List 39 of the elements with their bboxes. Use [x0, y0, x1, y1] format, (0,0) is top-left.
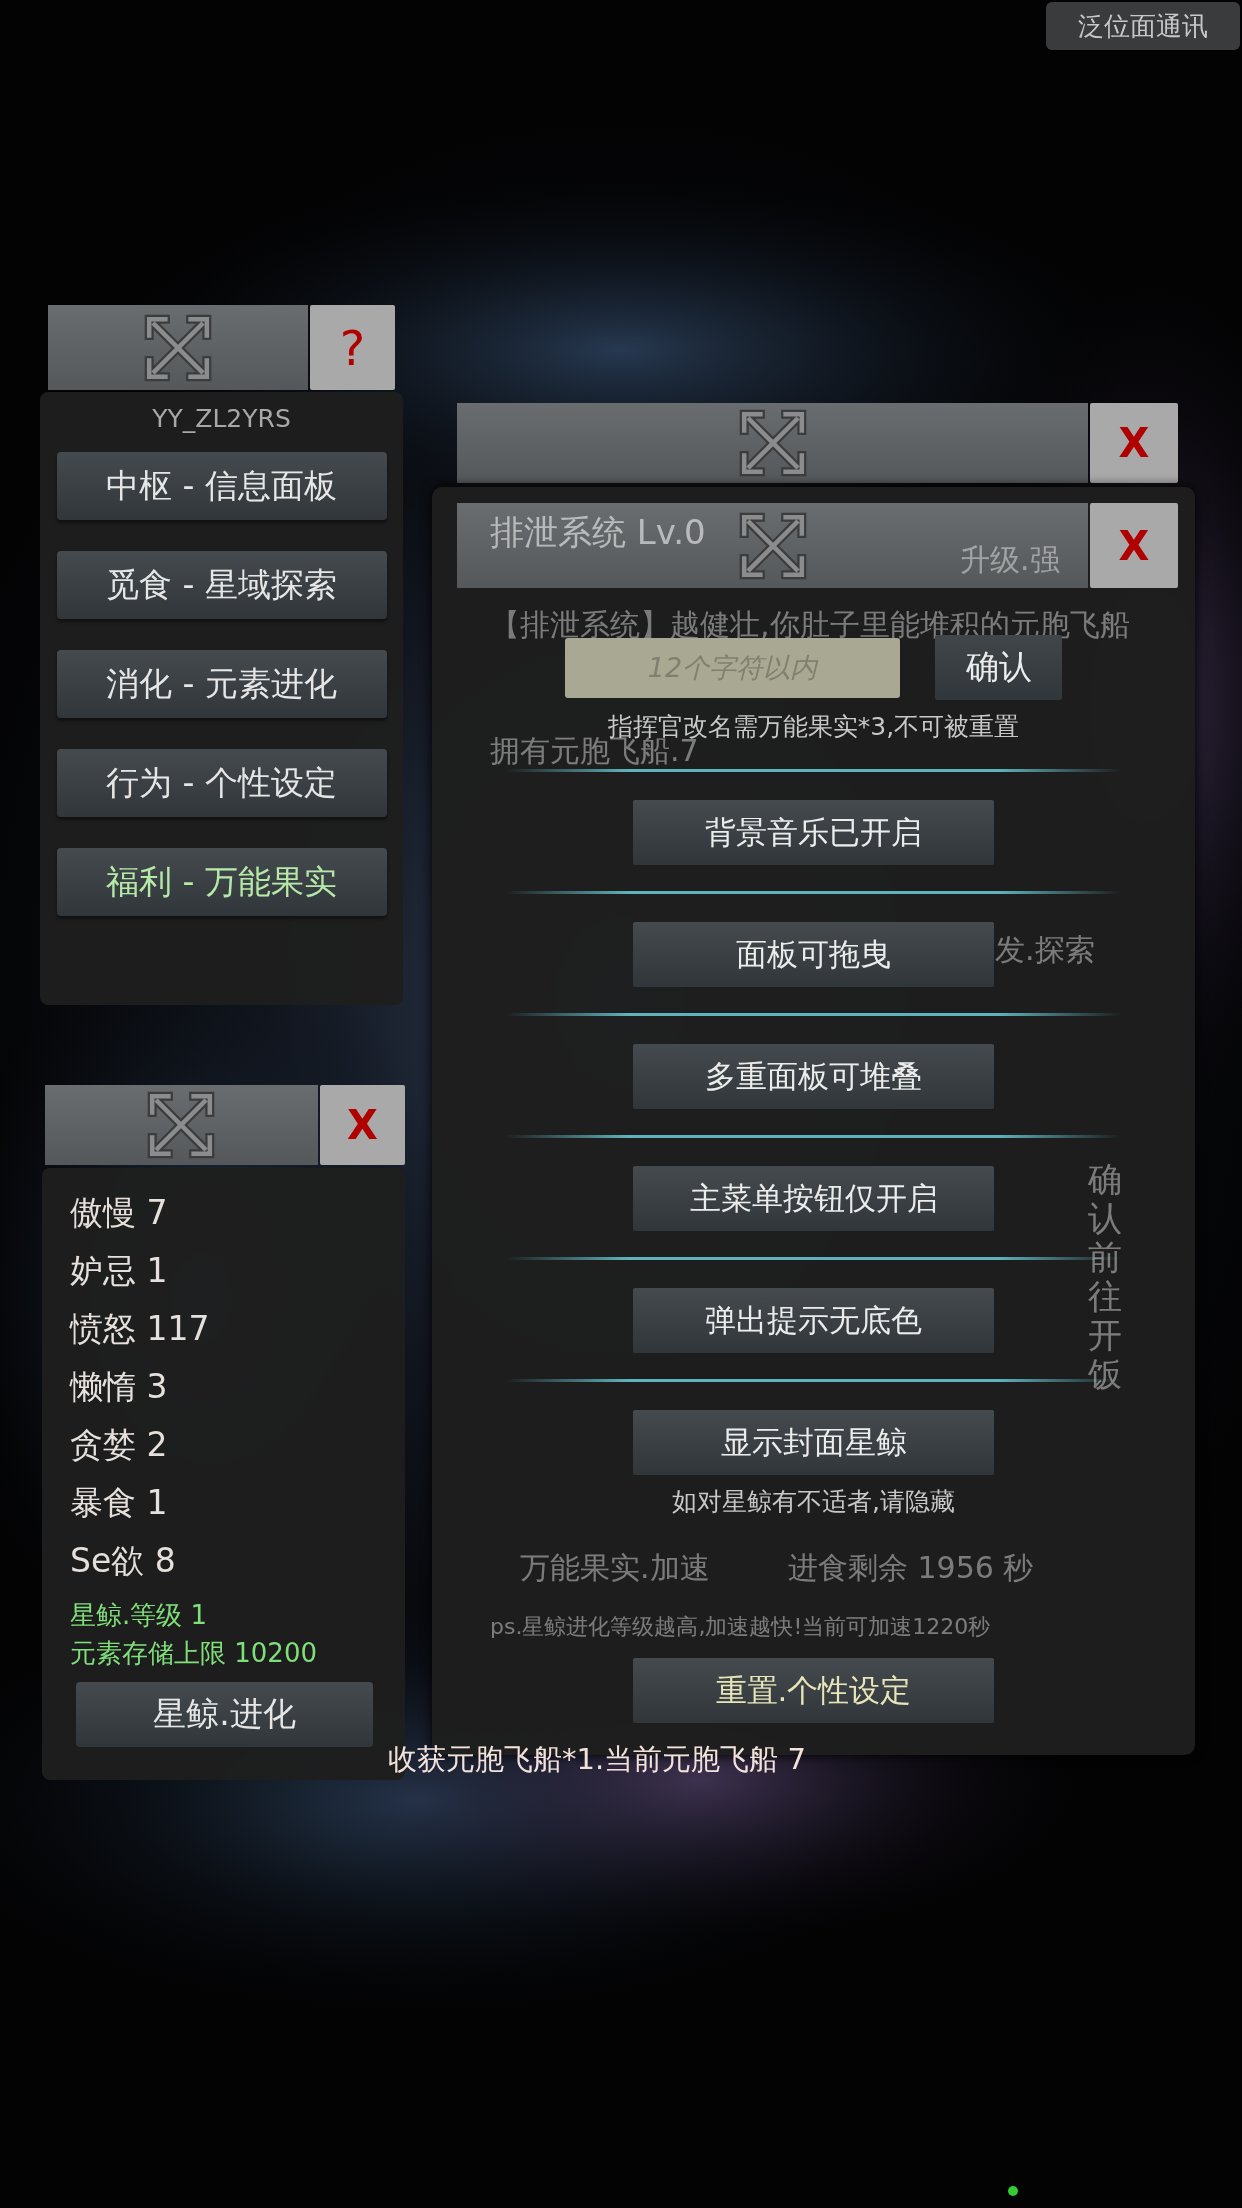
- stat-label: 懒惰 3: [70, 1366, 169, 1408]
- faded-text: 确认前往开饭: [1088, 1160, 1122, 1395]
- setting-button[interactable]: 多重面板可堆叠: [633, 1044, 994, 1109]
- setting-button[interactable]: 主菜单按钮仅开启: [633, 1166, 994, 1231]
- player-id: YY_ZL2YRS: [152, 404, 291, 433]
- stat-label: 傲慢 7: [70, 1192, 169, 1234]
- faded-text: 发.探索: [995, 931, 1095, 969]
- setting-button[interactable]: 背景音乐已开启: [633, 800, 994, 865]
- menu-button[interactable]: 福利 - 万能果实: [56, 848, 387, 916]
- setting-button[interactable]: 面板可拖曳: [633, 922, 994, 987]
- info-label: 元素存储上限 10200: [70, 1637, 318, 1670]
- setting-note: 如对星鲸有不适者,请隐藏: [672, 1486, 955, 1518]
- setting-button[interactable]: 显示封面星鲸: [633, 1410, 994, 1475]
- stat-label: 妒忌 1: [70, 1250, 169, 1292]
- panel-header[interactable]: [45, 1085, 318, 1165]
- panel-header[interactable]: [457, 503, 1088, 588]
- comm-button[interactable]: 泛位面通讯: [1046, 2, 1240, 50]
- faded-text: 升级.强: [960, 541, 1060, 579]
- menu-button[interactable]: 消化 - 元素进化: [56, 650, 387, 718]
- confirm-button[interactable]: 确认: [935, 635, 1062, 700]
- stat-label: 愤怒 117: [70, 1308, 211, 1350]
- faded-text: 进食剩余 1956 秒: [788, 1549, 1034, 1587]
- menu-button[interactable]: 行为 - 个性设定: [56, 749, 387, 817]
- faded-text: 排泄系统 Lv.0: [490, 511, 706, 554]
- stat-label: 暴食 1: [70, 1482, 169, 1524]
- faded-text: 万能果实.加速: [520, 1549, 710, 1587]
- evolve-button[interactable]: 星鲸.进化: [76, 1682, 373, 1747]
- status-dot: [1008, 2186, 1018, 2196]
- info-label: 星鲸.等级 1: [70, 1599, 209, 1632]
- panel-header[interactable]: [457, 403, 1088, 483]
- stat-label: Se欲 8: [70, 1540, 177, 1582]
- stat-label: 贪婪 2: [70, 1424, 169, 1466]
- setting-button[interactable]: 弹出提示无底色: [633, 1288, 994, 1353]
- faded-text: ps.星鲸进化等级越高,加速越快!当前可加速1220秒: [490, 1613, 991, 1641]
- reset-button[interactable]: 重置.个性设定: [633, 1658, 994, 1723]
- menu-button[interactable]: 觅食 - 星域探索: [56, 551, 387, 619]
- menu-button[interactable]: 中枢 - 信息面板: [56, 452, 387, 520]
- toast-message: 收获元胞飞船*1.当前元胞飞船 7: [388, 1741, 806, 1778]
- panel-header[interactable]: [48, 305, 308, 390]
